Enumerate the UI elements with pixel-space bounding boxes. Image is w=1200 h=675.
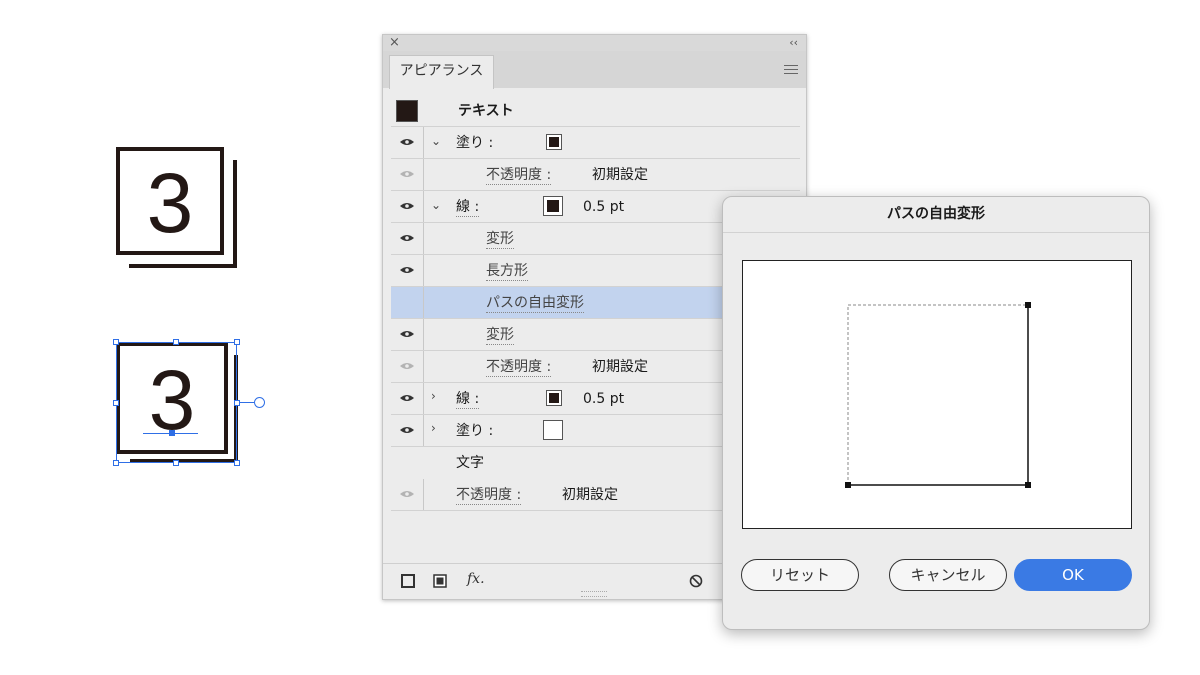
eye-icon (400, 235, 414, 241)
visibility-toggle[interactable] (391, 383, 424, 414)
panel-menu-icon[interactable] (784, 65, 798, 77)
visibility-toggle[interactable] (391, 351, 424, 382)
chevron-down-icon[interactable]: ⌄ (431, 134, 441, 148)
eye-icon (400, 203, 414, 209)
row-text[interactable]: テキスト (391, 95, 800, 127)
chevron-right-icon[interactable]: › (431, 389, 436, 403)
stroke-swatch[interactable] (543, 196, 563, 216)
effect-transform-2-link[interactable]: 変形 (486, 326, 514, 345)
tab-appearance[interactable]: アピアランス (389, 55, 494, 89)
visibility-toggle[interactable] (391, 255, 424, 286)
opacity-link[interactable]: 不透明度 : (456, 486, 522, 505)
row-characters-label: 文字 (456, 455, 484, 471)
visibility-toggle[interactable] (391, 479, 424, 510)
cancel-button[interactable]: キャンセル (889, 559, 1007, 591)
corner-handle-bottom-left[interactable] (845, 482, 851, 488)
opacity-link[interactable]: 不透明度 : (486, 358, 552, 377)
stroke-link[interactable]: 線 : (456, 198, 480, 217)
eye-icon (400, 427, 414, 433)
text-thumbnail (396, 100, 418, 122)
visibility-toggle[interactable] (391, 159, 424, 190)
corner-handle-bottom-right[interactable] (1025, 482, 1031, 488)
visibility-toggle[interactable] (391, 127, 424, 158)
dialog-title: パスの自由変形 (723, 197, 1149, 233)
stroke-link[interactable]: 線 : (456, 390, 480, 409)
eye-icon (400, 395, 414, 401)
sample-top-digit: 3 (146, 156, 194, 250)
stroke-swatch[interactable] (546, 390, 562, 406)
chevron-down-icon[interactable]: ⌄ (431, 198, 441, 212)
visibility-toggle[interactable] (391, 191, 424, 222)
resize-grip[interactable] (581, 591, 607, 597)
handle-top-right[interactable] (234, 339, 240, 345)
handle-bottom-center[interactable] (173, 460, 179, 466)
handle-bottom-left[interactable] (113, 460, 119, 466)
eye-icon (400, 363, 414, 369)
distort-preview-canvas (742, 260, 1132, 529)
corner-handle-top-right[interactable] (1025, 302, 1031, 308)
handle-bottom-right[interactable] (234, 460, 240, 466)
handle-middle-left[interactable] (113, 400, 119, 406)
visibility-toggle[interactable] (391, 319, 424, 350)
close-icon[interactable]: × (389, 35, 400, 51)
reset-button[interactable]: リセット (741, 559, 859, 591)
opacity-value: 初期設定 (592, 167, 648, 183)
row-text-label: テキスト (458, 103, 514, 119)
distorted-outline (848, 305, 1029, 486)
visibility-toggle[interactable] (391, 287, 424, 318)
selection-bounding-box[interactable] (116, 342, 237, 463)
stroke-weight[interactable]: 0.5 pt (583, 390, 624, 408)
sample-top-square: 3 (116, 147, 224, 255)
visibility-toggle[interactable] (391, 415, 424, 446)
visibility-toggle[interactable] (391, 223, 424, 254)
original-bounds (847, 304, 1029, 486)
panel-titlebar (383, 35, 806, 51)
row-fill[interactable]: ⌄ 塗り : (391, 127, 800, 159)
row-fill-opacity[interactable]: 不透明度 : 初期設定 (391, 159, 800, 191)
effect-transform-link[interactable]: 変形 (486, 230, 514, 249)
ok-button[interactable]: OK (1014, 559, 1132, 591)
fill-swatch[interactable] (546, 134, 562, 150)
eye-icon (400, 171, 414, 177)
handle-top-center[interactable] (173, 339, 179, 345)
effect-free-distort-link[interactable]: パスの自由変形 (486, 294, 584, 313)
eye-icon (400, 267, 414, 273)
row-fill-label: 塗り : (456, 135, 494, 151)
chevron-right-icon[interactable]: › (431, 421, 436, 435)
add-new-stroke-icon[interactable] (401, 574, 415, 588)
eye-icon (400, 491, 414, 497)
opacity-value: 初期設定 (562, 487, 618, 503)
row-fill-label: 塗り : (456, 423, 494, 439)
eye-icon (400, 331, 414, 337)
free-distort-dialog: パスの自由変形 リセット キャンセル OK (722, 196, 1150, 630)
shear-handle-line (240, 402, 254, 403)
clear-appearance-icon[interactable] (689, 574, 703, 588)
add-new-fill-icon[interactable] (433, 574, 447, 588)
handle-middle-right[interactable] (234, 400, 240, 406)
collapse-icon[interactable]: ‹‹ (789, 35, 798, 51)
eye-icon (400, 139, 414, 145)
opacity-value: 初期設定 (592, 359, 648, 375)
stroke-weight[interactable]: 0.5 pt (583, 198, 624, 216)
opacity-link[interactable]: 不透明度 : (486, 166, 552, 185)
add-effect-icon[interactable]: fx. (467, 571, 485, 587)
distort-preview (845, 302, 1031, 488)
handle-top-left[interactable] (113, 339, 119, 345)
fill-swatch[interactable] (543, 420, 563, 440)
shear-handle[interactable] (254, 397, 265, 408)
effect-rectangle-link[interactable]: 長方形 (486, 262, 528, 281)
baseline-anchor[interactable] (169, 430, 175, 436)
